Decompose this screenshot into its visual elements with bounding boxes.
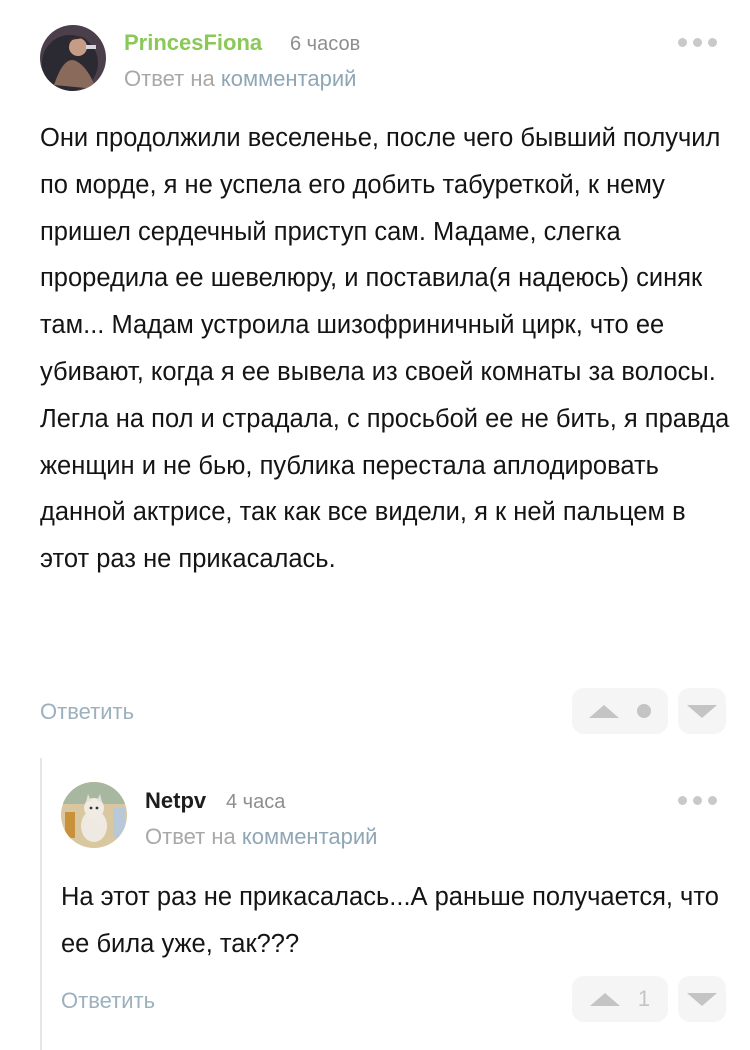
avatar[interactable] xyxy=(61,782,127,848)
author-name[interactable]: PrincesFiona xyxy=(124,30,262,56)
timestamp: 4 часа xyxy=(226,791,286,813)
reply-to: Ответ на комментарий xyxy=(145,824,377,850)
reply-button[interactable]: Ответить xyxy=(61,988,155,1014)
downvote-button[interactable] xyxy=(678,976,726,1022)
vote-controls xyxy=(572,688,726,734)
avatar[interactable] xyxy=(40,25,106,91)
more-options-icon[interactable] xyxy=(678,796,717,805)
reply-button[interactable]: Ответить xyxy=(40,699,134,725)
upvote-button[interactable]: 1 xyxy=(572,976,668,1022)
arrow-down-icon xyxy=(687,992,717,1006)
arrow-up-icon xyxy=(589,992,620,1006)
vote-controls: 1 xyxy=(572,976,726,1022)
reply-to-link[interactable]: комментарий xyxy=(221,66,357,91)
arrow-down-icon xyxy=(687,704,717,718)
timestamp: 6 часов xyxy=(290,33,361,55)
comment-text: Они продолжили веселенье, после чего быв… xyxy=(40,124,730,574)
thread-line xyxy=(40,758,42,1050)
more-options-icon[interactable] xyxy=(678,38,717,47)
reply-to-prefix: Ответ на xyxy=(145,824,236,849)
upvote-button[interactable] xyxy=(572,688,668,734)
comment-text: На этот раз не прикасалась...А раньше по… xyxy=(61,883,719,958)
reply-to-link[interactable]: комментарий xyxy=(242,824,378,849)
rating-count: 1 xyxy=(637,986,651,1011)
arrow-up-icon xyxy=(589,704,619,718)
downvote-button[interactable] xyxy=(678,688,726,734)
reply-to: Ответ на комментарий xyxy=(124,66,356,92)
rating-dot-icon xyxy=(637,704,651,718)
reply-to-prefix: Ответ на xyxy=(124,66,215,91)
author-name[interactable]: Netpv xyxy=(145,788,206,814)
